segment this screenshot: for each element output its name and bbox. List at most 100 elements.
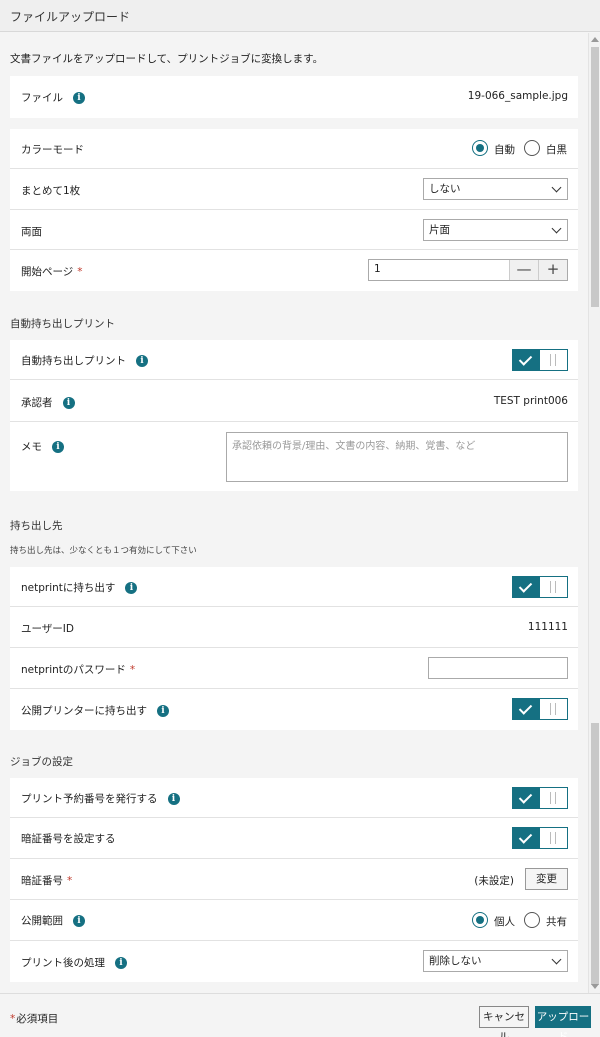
password-label-wrap: netprintのパスワード * (21, 662, 135, 677)
decrement-button[interactable]: — (509, 260, 538, 280)
after-print-label-wrap: プリント後の処理 i (21, 955, 127, 970)
required-note: 必須項目 (16, 1013, 59, 1025)
check-icon (513, 828, 540, 848)
password-label: netprintのパスワード (21, 664, 126, 676)
info-icon[interactable]: i (167, 793, 180, 805)
duplex-label: 両面 (21, 226, 42, 238)
public-printer-label: 公開プリンターに持ち出す (21, 705, 147, 717)
password-input[interactable] (428, 657, 568, 679)
netprint-toggle[interactable] (512, 576, 568, 598)
destination-note: 持ち出し先は、少なくとも１つ有効にして下さい (10, 546, 197, 556)
scope-shared-label: 共有 (546, 916, 567, 928)
pin-label: 暗証番号 (21, 875, 63, 887)
scroll-up-icon[interactable] (591, 37, 599, 42)
increment-button[interactable]: + (538, 260, 567, 280)
scrollbar-track-lower[interactable] (591, 723, 599, 985)
cancel-button[interactable]: キャンセル (479, 1006, 529, 1037)
scope-shared-radio[interactable] (524, 912, 540, 928)
start-page-stepper[interactable]: 1 — + (368, 259, 568, 281)
scope-label-wrap: 公開範囲 i (21, 913, 85, 928)
scrollbar[interactable] (588, 33, 600, 993)
after-print-select[interactable]: 削除しない (423, 950, 568, 972)
check-icon (513, 699, 540, 719)
color-mode-auto-label: 自動 (494, 144, 515, 156)
color-mode-label: カラーモード (21, 144, 84, 156)
start-page-label: 開始ページ (21, 266, 74, 278)
check-icon (513, 350, 540, 370)
file-name: 19-066_sample.jpg (467, 90, 568, 102)
info-icon[interactable]: i (62, 397, 75, 409)
auto-takeout-toggle[interactable] (512, 349, 568, 371)
form-scroll-area[interactable]: 文書ファイルをアップロードして、プリントジョブに変換します。 ファイル i 19-… (0, 33, 588, 993)
info-icon[interactable]: i (157, 705, 169, 717)
info-icon[interactable]: i (73, 915, 85, 927)
toggle-grip-icon (550, 792, 556, 804)
upload-button[interactable]: アップロード (535, 1006, 591, 1037)
toggle-grip-icon (550, 703, 556, 715)
file-label: ファイル (21, 92, 63, 104)
toggle-grip-icon (550, 354, 556, 366)
pin-set-toggle[interactable] (512, 827, 568, 849)
required-mark: * (77, 266, 83, 278)
check-icon (513, 788, 540, 808)
toggle-grip-icon (550, 581, 556, 593)
nup-value: しない (429, 183, 461, 195)
scope-private-label: 個人 (494, 916, 515, 928)
pin-set-label: 暗証番号を設定する (21, 833, 116, 845)
chevron-down-icon (551, 182, 562, 193)
auto-takeout-card: 自動持ち出しプリント i 承認者 i TEST print006 メモ i 承認依頼の… (10, 340, 578, 491)
required-mark: * (129, 664, 136, 676)
start-page-value[interactable]: 1 (374, 263, 381, 275)
memo-textarea[interactable]: 承認依頼の背景/理由、文書の内容、納期、覚書、など (226, 432, 568, 482)
public-printer-label-wrap: 公開プリンターに持ち出す i (21, 703, 169, 718)
netprint-label-wrap: netprintに持ち出す i (21, 580, 138, 595)
reservation-label-wrap: プリント予約番号を発行する i (21, 791, 180, 806)
auto-takeout-label: 自動持ち出しプリント (21, 355, 126, 367)
info-icon[interactable]: i (136, 355, 148, 367)
required-note-wrap: *必須項目 (10, 1011, 58, 1026)
check-icon (513, 577, 540, 597)
chevron-down-icon (551, 223, 562, 234)
approver-label-wrap: 承認者 i (21, 395, 75, 410)
after-print-label: プリント後の処理 (21, 957, 105, 969)
memo-label: メモ (21, 441, 42, 453)
scroll-down-icon[interactable] (591, 984, 599, 989)
window-title: ファイルアップロード (10, 10, 131, 24)
scrollbar-thumb[interactable] (591, 47, 599, 307)
color-mode-mono-radio[interactable] (524, 140, 540, 156)
pin-label-wrap: 暗証番号 * (21, 873, 72, 888)
public-printer-toggle[interactable] (512, 698, 568, 720)
info-icon[interactable]: i (115, 957, 127, 969)
pin-change-button[interactable]: 変更 (525, 868, 568, 890)
reservation-toggle[interactable] (512, 787, 568, 809)
info-icon[interactable]: i (52, 441, 64, 453)
color-mode-mono-label: 白黒 (546, 144, 567, 156)
netprint-label: netprintに持ち出す (21, 582, 116, 594)
user-id-label: ユーザーID (21, 623, 74, 635)
nup-label: まとめて1枚 (21, 185, 81, 197)
file-label-wrap: ファイル i (21, 90, 85, 105)
duplex-value: 片面 (429, 224, 450, 236)
required-mark: * (67, 875, 73, 887)
approver-label: 承認者 (21, 397, 53, 409)
memo-label-wrap: メモ i (21, 439, 64, 454)
scope-private-radio[interactable] (472, 912, 488, 928)
intro-text: 文書ファイルをアップロードして、プリントジョブに変換します。 (10, 53, 324, 65)
info-icon[interactable]: i (125, 582, 138, 594)
nup-select[interactable]: しない (423, 178, 568, 200)
approver-value: TEST print006 (493, 395, 568, 407)
color-mode-auto-radio[interactable] (472, 140, 488, 156)
duplex-select[interactable]: 片面 (423, 219, 568, 241)
destination-card: netprintに持ち出す i ユーザーID 111111 netprintのパス… (10, 567, 578, 730)
after-print-value: 削除しない (429, 955, 482, 967)
reservation-label: プリント予約番号を発行する (21, 793, 158, 805)
info-icon[interactable]: i (73, 92, 85, 104)
destination-section-title: 持ち出し先 (10, 520, 63, 532)
job-settings-card: プリント予約番号を発行する i 暗証番号を設定する 暗証番号 * (未設定) 変更 … (10, 778, 578, 982)
start-page-label-wrap: 開始ページ * (21, 264, 83, 279)
file-card: ファイル i 19-066_sample.jpg (10, 76, 578, 118)
title-bar: ファイルアップロード (0, 0, 600, 32)
required-mark: * (10, 1013, 16, 1025)
user-id-value: 111111 (527, 621, 568, 633)
job-settings-section-title: ジョブの設定 (10, 756, 73, 768)
